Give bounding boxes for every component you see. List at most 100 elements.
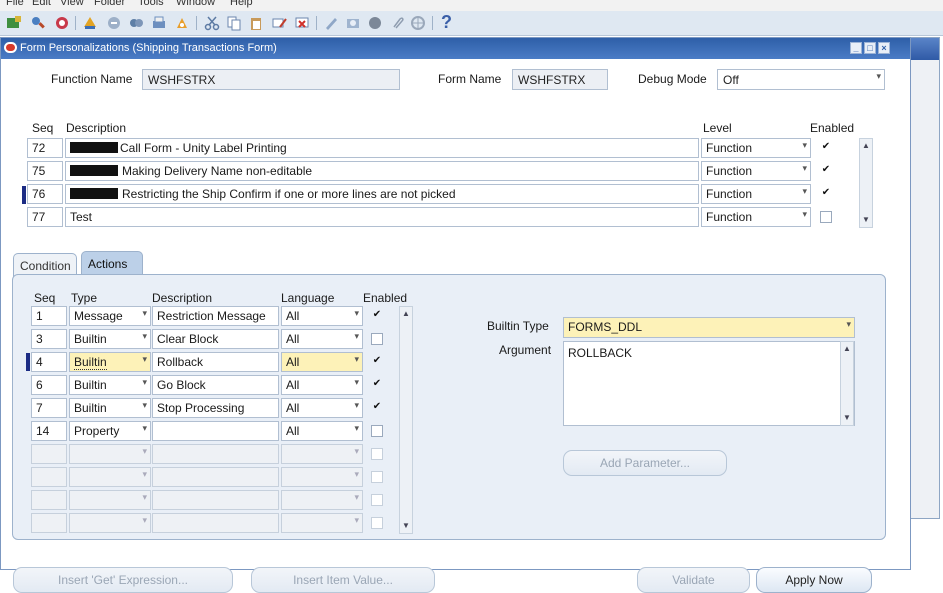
action-seq[interactable]: 6 xyxy=(31,375,67,395)
action-language-select[interactable]: ▾ xyxy=(281,490,363,510)
action-type-select[interactable]: Property ▾ xyxy=(69,421,151,441)
dropdown-arrow-icon[interactable]: ▾ xyxy=(354,423,359,434)
insert-get-expression-button[interactable]: Insert 'Get' Expression... xyxy=(13,567,233,593)
action-enabled-checkbox[interactable] xyxy=(371,425,383,437)
action-enabled-checkbox[interactable]: ✔ xyxy=(371,355,383,367)
rule-level-select[interactable]: Function ▾ xyxy=(701,184,811,204)
action-language-select[interactable]: ▾ xyxy=(281,513,363,533)
action-description[interactable]: Stop Processing xyxy=(152,398,279,418)
action-seq[interactable]: 7 xyxy=(31,398,67,418)
dropdown-arrow-icon[interactable]: ▾ xyxy=(354,308,359,319)
action-description[interactable]: Restriction Message xyxy=(152,306,279,326)
rule-enabled-checkbox[interactable] xyxy=(820,211,832,223)
action-seq[interactable]: 3 xyxy=(31,329,67,349)
action-enabled-checkbox[interactable] xyxy=(371,333,383,345)
action-seq[interactable]: 14 xyxy=(31,421,67,441)
rule-seq[interactable]: 75 xyxy=(27,161,63,181)
dropdown-arrow-icon[interactable]: ▾ xyxy=(142,308,147,319)
rule-level-select[interactable]: Function ▾ xyxy=(701,161,811,181)
find-icon[interactable] xyxy=(30,15,46,31)
new-record-icon[interactable] xyxy=(6,15,22,31)
action-enabled-checkbox[interactable] xyxy=(371,471,383,483)
rule-description[interactable]: Test xyxy=(65,207,699,227)
dropdown-arrow-icon[interactable]: ▾ xyxy=(354,515,359,526)
action-description[interactable] xyxy=(152,467,279,487)
action-description[interactable]: Go Block xyxy=(152,375,279,395)
menu-help[interactable]: Help xyxy=(230,0,253,8)
add-parameter-button[interactable]: Add Parameter... xyxy=(563,450,727,476)
action-description[interactable]: Rollback xyxy=(152,352,279,372)
switch-responsibility-icon[interactable] xyxy=(128,15,144,31)
dropdown-arrow-icon[interactable]: ▾ xyxy=(354,377,359,388)
attachments-icon[interactable] xyxy=(174,15,190,31)
dropdown-arrow-icon[interactable]: ▾ xyxy=(802,163,807,174)
dropdown-arrow-icon[interactable]: ▾ xyxy=(354,354,359,365)
edit-field-icon[interactable] xyxy=(271,15,287,31)
menu-view[interactable]: View xyxy=(60,0,84,8)
action-language-select[interactable]: All ▾ xyxy=(281,306,363,326)
action-type-select[interactable]: ▾ xyxy=(69,490,151,510)
action-type-select[interactable]: Builtin ▾ xyxy=(69,375,151,395)
record-history-icon[interactable] xyxy=(367,15,383,31)
menu-window[interactable]: Window xyxy=(176,0,215,8)
action-enabled-checkbox[interactable]: ✔ xyxy=(371,378,383,390)
print-icon[interactable] xyxy=(151,15,167,31)
action-seq[interactable]: 4 xyxy=(31,352,67,372)
translation-icon[interactable] xyxy=(410,15,426,31)
minimize-icon[interactable]: _ xyxy=(850,42,862,54)
scroll-down-icon[interactable]: ▼ xyxy=(842,413,852,423)
menu-edit[interactable]: Edit xyxy=(32,0,51,8)
dropdown-arrow-icon[interactable]: ▾ xyxy=(142,446,147,457)
rule-description[interactable]: Call Form - Unity Label Printing xyxy=(65,138,699,158)
action-language-select[interactable]: ▾ xyxy=(281,444,363,464)
action-language-select[interactable]: All ▾ xyxy=(281,352,363,372)
action-language-select[interactable]: ▾ xyxy=(281,467,363,487)
dropdown-arrow-icon[interactable]: ▾ xyxy=(142,377,147,388)
debug-mode-select[interactable]: Off ▾ xyxy=(717,69,885,90)
insert-item-value-button[interactable]: Insert Item Value... xyxy=(251,567,435,593)
scroll-down-icon[interactable]: ▼ xyxy=(861,215,871,225)
scroll-up-icon[interactable]: ▲ xyxy=(401,309,411,319)
cut-icon[interactable] xyxy=(204,15,220,31)
dropdown-arrow-icon[interactable]: ▾ xyxy=(876,71,881,82)
rule-enabled-checkbox[interactable]: ✔ xyxy=(820,141,832,153)
attach-icon[interactable] xyxy=(389,15,405,31)
dropdown-arrow-icon[interactable]: ▾ xyxy=(142,492,147,503)
dropdown-arrow-icon[interactable]: ▾ xyxy=(142,400,147,411)
dropdown-arrow-icon[interactable]: ▾ xyxy=(142,423,147,434)
dropdown-arrow-icon[interactable]: ▾ xyxy=(354,469,359,480)
folder-tools-icon[interactable] xyxy=(345,15,361,31)
action-type-select[interactable]: Builtin ▾ xyxy=(69,352,151,372)
dropdown-arrow-icon[interactable]: ▾ xyxy=(354,400,359,411)
action-description[interactable]: Clear Block xyxy=(152,329,279,349)
dropdown-arrow-icon[interactable]: ▾ xyxy=(802,209,807,220)
action-seq[interactable] xyxy=(31,490,67,510)
rule-level-select[interactable]: Function ▾ xyxy=(701,138,811,158)
action-enabled-checkbox[interactable] xyxy=(371,494,383,506)
paste-icon[interactable] xyxy=(248,15,264,31)
action-enabled-checkbox[interactable] xyxy=(371,448,383,460)
dropdown-arrow-icon[interactable]: ▾ xyxy=(354,492,359,503)
pencil-icon[interactable] xyxy=(323,15,339,31)
action-language-select[interactable]: All ▾ xyxy=(281,421,363,441)
menu-tools[interactable]: Tools xyxy=(138,0,164,8)
rule-enabled-checkbox[interactable]: ✔ xyxy=(820,164,832,176)
action-type-select[interactable]: ▾ xyxy=(69,513,151,533)
actions-scrollbar[interactable]: ▲ ▼ xyxy=(399,306,413,534)
rule-level-select[interactable]: Function ▾ xyxy=(701,207,811,227)
action-description[interactable] xyxy=(152,490,279,510)
dropdown-arrow-icon[interactable]: ▾ xyxy=(802,140,807,151)
action-type-select[interactable]: ▾ xyxy=(69,467,151,487)
dropdown-arrow-icon[interactable]: ▾ xyxy=(142,469,147,480)
action-seq[interactable]: 1 xyxy=(31,306,67,326)
close-icon[interactable]: × xyxy=(878,42,890,54)
validate-button[interactable]: Validate xyxy=(637,567,750,593)
action-description[interactable] xyxy=(152,444,279,464)
apply-now-button[interactable]: Apply Now xyxy=(756,567,872,593)
rule-seq[interactable]: 77 xyxy=(27,207,63,227)
action-enabled-checkbox[interactable]: ✔ xyxy=(371,309,383,321)
help-icon[interactable]: ? xyxy=(441,12,452,33)
action-seq[interactable] xyxy=(31,513,67,533)
action-description[interactable] xyxy=(152,421,279,441)
menu-folder[interactable]: Folder xyxy=(94,0,125,8)
